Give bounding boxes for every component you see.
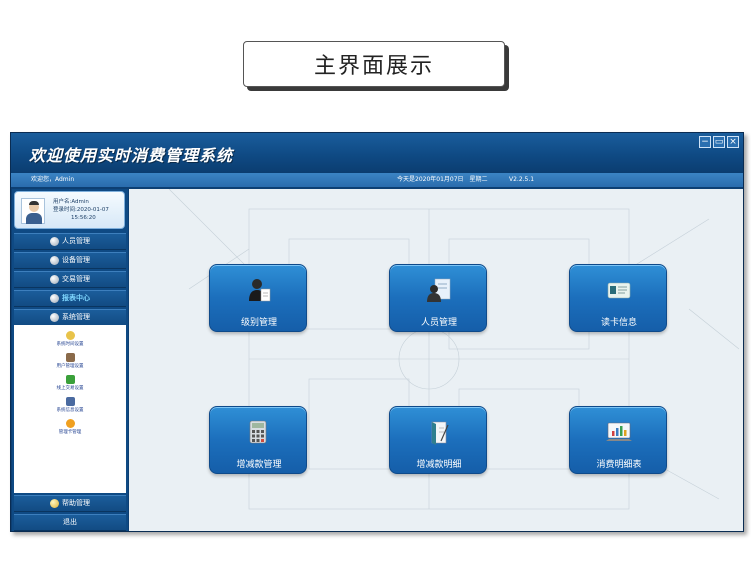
avatar <box>21 198 45 224</box>
device-icon <box>50 256 59 265</box>
nav-item-devices[interactable]: 设备管理 <box>14 252 126 269</box>
nav-item-label: 交易管理 <box>62 275 90 283</box>
username-text: 用户名:Admin <box>53 199 89 205</box>
user-info: 用户名:Admin 登录时间:2020-01-07 15:56:20 <box>53 198 109 222</box>
login-time-value: 15:56:20 <box>71 215 96 221</box>
detail-book-icon <box>431 421 449 445</box>
submenu-item-label: 管理卡管理 <box>58 430 82 435</box>
system-submenu: 系统时间设置 用户管理设置 线上交易设置 系统信息设置 管理卡管理 <box>14 325 126 493</box>
blueprint-background <box>168 189 740 510</box>
report-icon <box>50 294 59 303</box>
nav-item-label: 退出 <box>63 518 77 526</box>
nav-item-label: 系统管理 <box>62 313 90 321</box>
tile-level-management[interactable]: 级别管理 <box>209 264 307 332</box>
tile-label: 增减款管理 <box>236 460 282 470</box>
tile-people-management[interactable]: 人员管理 <box>389 264 487 332</box>
window-controls: − ▭ × <box>699 136 739 148</box>
sidebar: 用户名:Admin 登录时间:2020-01-07 15:56:20 人员管理 … <box>12 189 128 531</box>
tile-label: 消费明细表 <box>596 460 642 470</box>
submenu-item-system-time[interactable]: 系统时间设置 <box>14 331 126 347</box>
submenu-item-label: 用户管理设置 <box>56 364 84 369</box>
tile-consumption-details[interactable]: 消费明细表 <box>569 406 667 474</box>
transaction-icon <box>50 275 59 284</box>
date-text: 今天是2020年01月07日 星期二 <box>397 176 488 183</box>
status-bar: 欢迎您，Admin 今天是2020年01月07日 星期二 V2.2.5.1 <box>11 173 743 187</box>
submenu-item-admin-card[interactable]: 管理卡管理 <box>14 419 126 435</box>
submenu-item-label: 系统信息设置 <box>56 408 84 413</box>
user-card: 用户名:Admin 登录时间:2020-01-07 15:56:20 <box>14 191 125 229</box>
nav-item-reports[interactable]: 报表中心 <box>14 290 126 307</box>
title-bar: 欢迎使用实时消费管理系统 − ▭ × <box>11 133 743 173</box>
system-icon <box>50 313 59 322</box>
login-time-label: 登录时间:2020-01-07 <box>53 207 109 213</box>
tile-label: 人员管理 <box>420 318 457 328</box>
chart-monitor-icon <box>606 422 632 441</box>
submenu-item-user-settings[interactable]: 用户管理设置 <box>14 353 126 369</box>
submenu-item-system-info[interactable]: 系统信息设置 <box>14 397 126 413</box>
card-reader-icon <box>607 282 631 299</box>
person-icon <box>50 237 59 246</box>
submenu-item-label: 系统时间设置 <box>56 342 84 347</box>
clock-icon <box>65 331 75 340</box>
minimize-button[interactable]: − <box>699 136 711 148</box>
nav-item-help[interactable]: 帮助管理 <box>14 495 126 512</box>
tile-label: 增减款明细 <box>416 460 462 470</box>
tile-adjustment-management[interactable]: 增减款管理 <box>209 406 307 474</box>
main-panel: 级别管理 人员管理 读卡信息 增减款管理 增减款明细 消费明细表 <box>129 189 743 531</box>
nav-item-label: 帮助管理 <box>62 499 90 507</box>
nav-item-system[interactable]: 系统管理 <box>14 309 126 326</box>
submenu-item-label: 线上交易设置 <box>56 386 84 391</box>
welcome-text: 欢迎您，Admin <box>31 176 75 183</box>
close-button[interactable]: × <box>727 136 739 148</box>
version-text: V2.2.5.1 <box>509 176 535 183</box>
nav-item-label: 人员管理 <box>62 237 90 245</box>
app-window: 欢迎使用实时消费管理系统 − ▭ × 欢迎您，Admin 今天是2020年01月… <box>10 132 744 532</box>
people-icon <box>427 278 451 302</box>
app-title: 欢迎使用实时消费管理系统 <box>29 146 234 165</box>
online-trade-icon <box>65 375 75 384</box>
tile-label: 级别管理 <box>240 318 277 328</box>
nav-item-transactions[interactable]: 交易管理 <box>14 271 126 288</box>
tile-card-reading-info[interactable]: 读卡信息 <box>569 264 667 332</box>
level-icon <box>249 279 271 302</box>
calculator-icon <box>249 420 267 444</box>
exit-button[interactable]: 退出 <box>14 514 126 531</box>
restore-button[interactable]: ▭ <box>713 136 725 148</box>
caption-text: 主界面展示 <box>313 54 434 79</box>
tile-adjustment-details[interactable]: 增减款明细 <box>389 406 487 474</box>
caption-box: 主界面展示 <box>243 41 505 87</box>
user-icon <box>65 353 75 362</box>
system-info-icon <box>65 397 75 406</box>
nav-item-label: 设备管理 <box>62 256 90 264</box>
help-icon <box>50 499 59 508</box>
tile-label: 读卡信息 <box>600 318 637 328</box>
nav-item-people[interactable]: 人员管理 <box>14 233 126 250</box>
nav-item-label: 报表中心 <box>62 294 90 302</box>
card-icon <box>65 419 75 428</box>
submenu-item-online-trade[interactable]: 线上交易设置 <box>14 375 126 391</box>
